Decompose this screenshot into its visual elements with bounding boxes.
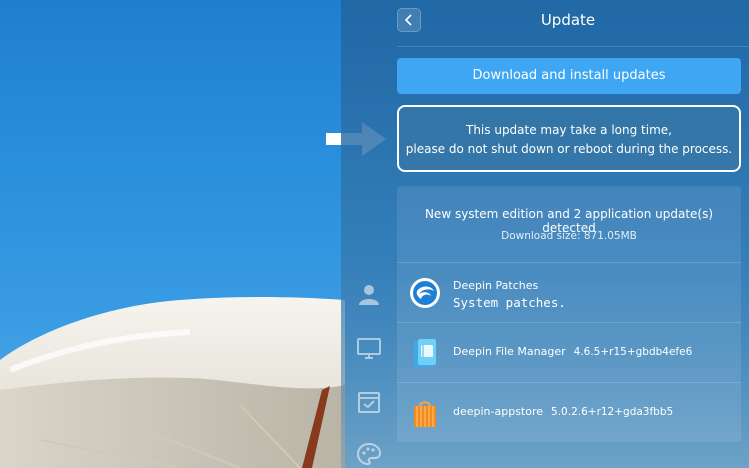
palette-icon[interactable]	[357, 442, 381, 466]
update-warning: This update may take a long time, please…	[397, 105, 741, 172]
calendar-check-icon[interactable]	[357, 390, 381, 414]
update-item-deepin-patches[interactable]: Deepin Patches System patches.	[397, 262, 741, 322]
file-manager-icon	[414, 339, 436, 367]
item-name-line: Deepin File Manager 4.6.5+r15+gbdb4efe6	[453, 345, 692, 358]
display-icon[interactable]	[357, 336, 381, 360]
item-version: 5.0.2.6+r12+gda3fbb5	[551, 406, 674, 418]
user-icon[interactable]	[357, 282, 381, 306]
download-install-button[interactable]: Download and install updates	[397, 58, 741, 94]
panel-header: Update	[397, 0, 749, 47]
warning-line-2: please do not shut down or reboot during…	[405, 142, 733, 156]
item-name: deepin-appstore	[453, 405, 544, 418]
download-size: Download size: 871.05MB	[501, 230, 637, 242]
item-version: 4.6.5+r15+gbdb4efe6	[573, 346, 693, 358]
item-name-line: deepin-appstore 5.0.2.6+r12+gda3fbb5	[453, 405, 673, 418]
update-item-appstore[interactable]: deepin-appstore 5.0.2.6+r12+gda3fbb5	[397, 382, 741, 442]
item-description: System patches.	[453, 295, 566, 310]
deepin-logo-icon	[410, 278, 440, 308]
item-name: Deepin Patches	[453, 279, 539, 292]
update-item-file-manager[interactable]: Deepin File Manager 4.6.5+r15+gbdb4efe6	[397, 322, 741, 382]
update-panel: Update Download and install updates This…	[341, 0, 749, 468]
item-name: Deepin File Manager	[453, 345, 566, 358]
appstore-bag-icon	[414, 401, 436, 427]
warning-line-1: This update may take a long time,	[466, 123, 672, 137]
update-summary: New system edition and 2 application upd…	[397, 186, 741, 262]
page-title: Update	[540, 11, 596, 29]
